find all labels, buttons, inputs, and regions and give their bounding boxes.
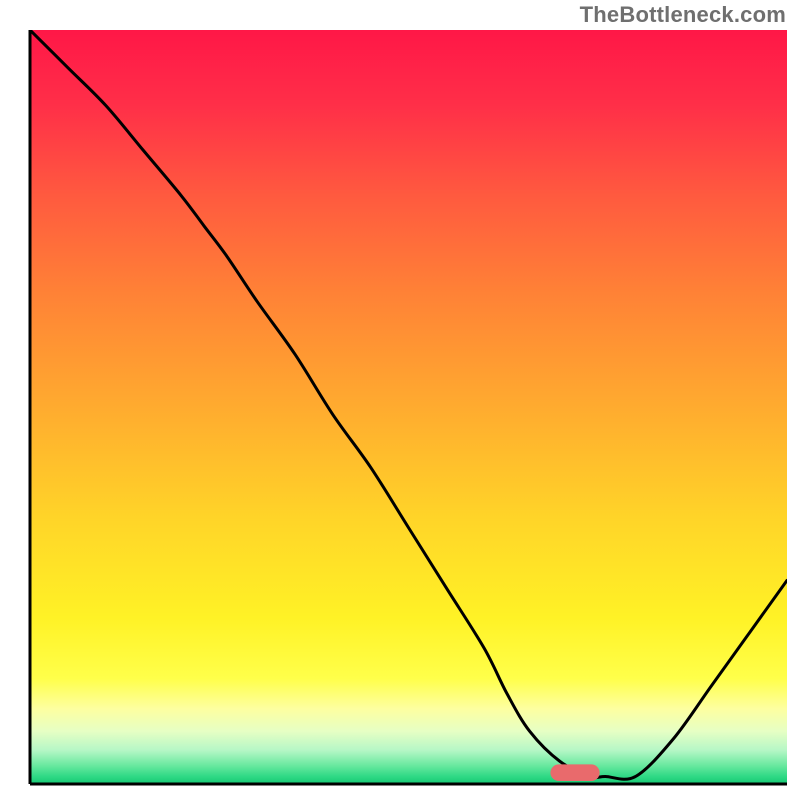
gradient-background <box>30 30 787 784</box>
optimum-marker <box>550 764 599 781</box>
bottleneck-chart <box>0 0 800 800</box>
chart-stage: TheBottleneck.com <box>0 0 800 800</box>
